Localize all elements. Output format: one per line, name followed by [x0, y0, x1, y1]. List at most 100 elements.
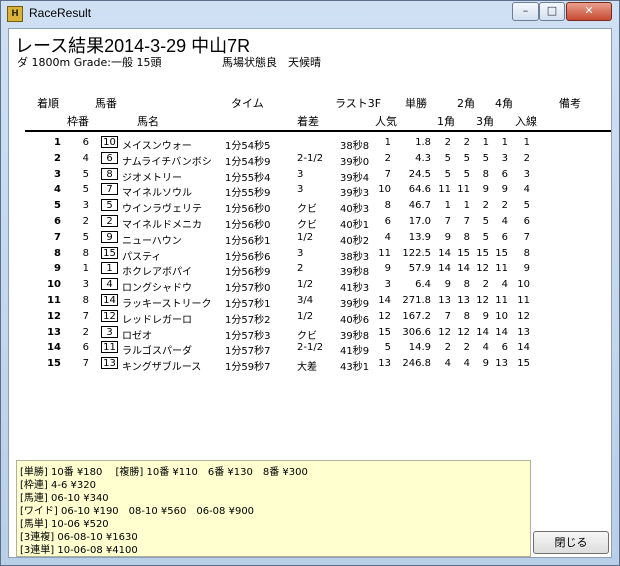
row-horse-name: ウインラヴェリテ	[122, 204, 202, 216]
row-margin: 3	[297, 168, 304, 180]
col-corner3: 3角	[476, 115, 494, 128]
row-time: 1分57秒7	[225, 346, 271, 358]
row-corner4: 14	[495, 326, 508, 338]
row-umaban: 13	[101, 357, 118, 370]
row-corner2: 12	[457, 326, 470, 338]
row-horse-name: ホクレアボパイ	[122, 267, 192, 279]
close-window-button[interactable]: ✕	[566, 2, 612, 21]
row-wakuban: 7	[82, 358, 89, 370]
row-wakuban: 5	[82, 168, 89, 180]
row-popularity: 5	[384, 342, 391, 354]
table-row: 13 2 3 ロゼオ 1分57秒3 クビ 39秒8 15 306.6 12 12 14 14 13	[9, 325, 611, 342]
row-corner1: 11	[438, 184, 451, 196]
row-finish: 12	[517, 310, 530, 322]
row-time: 1分56秒9	[225, 267, 271, 279]
row-corner4: 11	[495, 263, 508, 275]
row-corner4: 15	[495, 247, 508, 259]
row-corner3: 5	[482, 152, 489, 164]
row-time: 1分57秒2	[225, 314, 271, 326]
col-ninki: 人気	[375, 115, 397, 128]
row-corner2: 7	[463, 216, 470, 227]
table-row: 11 8 14 ラッキーストリーク 1分57秒1 3/4 39秒9 14 271.8 13 13 12…	[9, 293, 611, 310]
minimize-button[interactable]: –	[512, 2, 539, 21]
table-row: 3 5 8 ジオメトリー 1分55秒4 3 39秒4 7 24.5 5 5 8 6 3	[9, 167, 611, 184]
row-corner1: 5	[444, 152, 451, 164]
row-umaban: 8	[101, 167, 118, 180]
row-odds: 6.4	[415, 279, 431, 291]
row-odds: 246.8	[402, 358, 431, 370]
title-bar[interactable]: H RaceResult – □ ✕	[1, 1, 619, 27]
row-corner1: 4	[444, 358, 451, 370]
row-margin: クビ	[297, 204, 317, 216]
row-finish: 3	[523, 168, 530, 180]
row-finish: 5	[523, 200, 530, 212]
close-button[interactable]: 閉じる	[533, 531, 609, 554]
race-result-window: H RaceResult – □ ✕ レース結果2014-3-29 中山7R ダ…	[0, 0, 620, 566]
row-horse-name: レッドレガーロ	[122, 314, 192, 326]
row-wakuban: 2	[82, 216, 89, 227]
row-margin: 2	[297, 263, 304, 275]
row-popularity: 9	[384, 263, 391, 275]
header-divider	[25, 130, 611, 132]
row-finish: 10	[517, 279, 530, 291]
row-corner3: 15	[476, 247, 489, 259]
row-last3f: 39秒8	[340, 330, 370, 342]
row-wakuban: 6	[82, 342, 89, 354]
row-umaban: 11	[101, 341, 118, 354]
row-finish: 1	[523, 137, 530, 148]
row-wakuban: 8	[82, 247, 89, 259]
row-corner2: 5	[463, 152, 470, 164]
row-position: 4	[54, 184, 61, 196]
row-finish: 11	[517, 295, 530, 306]
row-last3f: 40秒6	[340, 314, 370, 326]
row-odds: 271.8	[402, 295, 431, 306]
row-corner3: 9	[482, 184, 489, 196]
row-odds: 46.7	[408, 200, 431, 212]
table-row: 9 1 1 ホクレアボパイ 1分56秒9 2 39秒8 9 57.9 14 14 12 11 9	[9, 261, 611, 279]
row-umaban: 12	[101, 309, 118, 322]
row-corner2: 4	[463, 358, 470, 370]
row-corner1: 7	[444, 216, 451, 227]
row-umaban: 10	[101, 136, 118, 148]
row-popularity: 14	[378, 295, 391, 306]
row-corner3: 9	[482, 358, 489, 370]
row-corner2: 8	[463, 231, 470, 243]
row-margin: クビ	[297, 330, 317, 342]
row-margin: 3/4	[297, 295, 314, 306]
row-time: 1分57秒0	[225, 283, 271, 295]
col-biko: 備考	[559, 97, 581, 110]
col-bamei: 馬名	[137, 115, 159, 128]
row-time: 1分59秒7	[225, 362, 271, 374]
row-position: 10	[47, 279, 61, 291]
row-position: 9	[54, 263, 61, 275]
maximize-button[interactable]: □	[539, 2, 565, 21]
row-wakuban: 8	[82, 295, 89, 306]
row-finish: 6	[523, 216, 530, 227]
row-wakuban: 6	[82, 137, 89, 148]
row-margin: 1/2	[297, 279, 314, 291]
row-horse-name: ジオメトリー	[122, 172, 182, 184]
row-position: 5	[54, 200, 61, 212]
row-corner3: 2	[482, 279, 489, 291]
row-corner3: 2	[482, 200, 489, 212]
row-corner1: 9	[444, 279, 451, 291]
row-corner1: 7	[444, 310, 451, 322]
row-last3f: 40秒1	[340, 220, 370, 231]
row-odds: 122.5	[402, 247, 431, 259]
row-horse-name: パスティ	[122, 251, 162, 263]
row-corner3: 4	[482, 342, 489, 354]
col-corner2: 2角	[457, 97, 475, 110]
row-finish: 2	[523, 152, 530, 164]
row-last3f: 40秒2	[340, 235, 370, 247]
row-popularity: 2	[384, 152, 391, 164]
row-corner1: 13	[438, 295, 451, 306]
row-popularity: 15	[378, 326, 391, 338]
row-corner2: 15	[457, 247, 470, 259]
col-corner4: 4角	[495, 97, 513, 110]
row-horse-name: ラルゴスパーダ	[122, 346, 192, 358]
row-horse-name: マイネルドメニカ	[122, 220, 202, 231]
row-umaban: 15	[101, 246, 118, 259]
row-time: 1分57秒3	[225, 330, 271, 342]
col-umaban: 馬番	[95, 97, 117, 110]
row-corner2: 11	[457, 184, 470, 196]
